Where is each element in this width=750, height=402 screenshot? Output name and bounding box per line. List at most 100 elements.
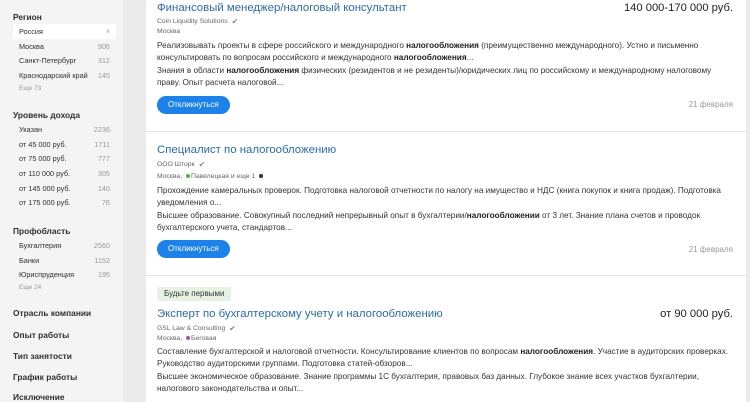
apply-button[interactable]: Откликнуться [157, 240, 230, 258]
vacancy-card: Специалист по налогообложению ООО Шторк … [146, 142, 746, 233]
metro-line-icon [185, 173, 190, 178]
filter-label: от 75 000 руб. [19, 154, 67, 164]
filter-title-profarea: Профобласть [13, 226, 71, 236]
apply-button[interactable]: Откликнуться [157, 96, 230, 114]
filter-title-region: Регион [13, 12, 42, 22]
be-first-badge: Будьте первыми [157, 287, 232, 301]
filter-title-income: Уровень дохода [13, 110, 81, 120]
card-divider [146, 131, 746, 132]
filters-sidebar: Регион Россия × Москва 906 Санкт-Петербу… [0, 0, 123, 402]
filter-income-110000[interactable]: от 110 000 руб. 305 [13, 166, 116, 181]
desc-highlight: налогообложения [406, 41, 479, 50]
vacancy-requirements: Знания в области налогообложения физичес… [157, 65, 733, 88]
filter-profarea-accounting[interactable]: Бухгалтерия 2560 [13, 238, 116, 253]
filter-region-selected[interactable]: Россия × [13, 24, 116, 39]
filter-count: 140 [97, 183, 110, 193]
filter-income-45000[interactable]: от 45 000 руб. 1711 [13, 137, 116, 152]
vacancy-location: Москва, Павелецкая и еще 1 [157, 172, 733, 182]
vacancy-responsibilities: Прохождение камеральных проверок. Подгот… [157, 185, 733, 208]
filter-label: Банки [19, 255, 40, 265]
metro-station: Павелецкая и еще 1 [190, 173, 256, 180]
verified-check-icon: ✔ [198, 160, 206, 169]
location-city: Москва, [157, 335, 183, 342]
filter-income-specified[interactable]: Указан 2236 [13, 122, 116, 137]
filter-count: 777 [97, 154, 110, 164]
verified-check-icon: ✔ [231, 17, 239, 26]
filter-count: 305 [97, 168, 110, 178]
filter-label: Бухгалтерия [19, 240, 62, 250]
filter-exclusion[interactable]: Исключение [13, 392, 65, 402]
filter-label: Россия [19, 26, 43, 36]
filter-schedule[interactable]: График работы [13, 372, 77, 382]
vacancy-responsibilities: Составление бухгалтерской и налоговой от… [157, 346, 733, 369]
vacancy-location: Москва, Беговая [157, 334, 733, 344]
vacancy-salary: 140 000-170 000 руб. [623, 2, 733, 14]
vacancy-requirements: Высшее образование. Совокупный последний… [157, 210, 733, 233]
filter-label: Краснодарский край [19, 70, 88, 80]
metro-line-icon [185, 335, 190, 340]
filter-count: 195 [97, 270, 110, 280]
filter-region-more-link[interactable]: Еще 73 [13, 83, 116, 95]
filter-experience[interactable]: Опыт работы [13, 330, 69, 340]
close-icon[interactable]: × [105, 27, 110, 36]
filter-profarea-more-link[interactable]: Еще 24 [13, 282, 116, 294]
filter-income-175000[interactable]: от 175 000 руб. 76 [13, 195, 116, 210]
filter-profarea-law[interactable]: Юриспруденция 195 [13, 267, 116, 282]
vacancy-location: Москва [157, 28, 181, 35]
metro-station: Беговая [190, 335, 217, 342]
desc-highlight: налогообложения [226, 66, 300, 76]
filter-label: Москва [19, 41, 44, 51]
card-divider [146, 275, 746, 276]
desc-highlight: налогообложения [520, 347, 594, 356]
desc-text: ... [466, 52, 474, 62]
filter-income-75000[interactable]: от 75 000 руб. 777 [13, 151, 116, 166]
location-city: Москва, [157, 173, 183, 180]
vacancy-date: 21 февраля [688, 245, 733, 254]
vacancy-date: 21 февраля [688, 100, 733, 109]
filter-label: Санкт-Петербург [19, 56, 77, 66]
filter-count: 906 [97, 41, 110, 51]
filter-count: 312 [97, 56, 110, 66]
company-name-link[interactable]: ООО Шторк [157, 160, 195, 170]
filter-label: от 145 000 руб. [19, 183, 71, 193]
vacancy-title-link[interactable]: Специалист по налогообложению [157, 142, 336, 158]
desc-text: Высшее экономическое образование. Знание… [157, 372, 699, 393]
vacancy-list: Финансовый менеджер/налоговый консультан… [146, 0, 746, 402]
vacancy-card: Эксперт по бухгалтерскому учету и налого… [146, 306, 746, 394]
company-name-link[interactable]: GSL Law & Consulting [157, 324, 225, 334]
filter-region-krasnodar[interactable]: Краснодарский край 145 [13, 68, 116, 83]
filter-count: 145 [97, 70, 110, 80]
filter-income-145000[interactable]: от 145 000 руб. 140 [13, 181, 116, 196]
filter-label: от 110 000 руб. [19, 168, 71, 178]
desc-text: Высшее образование. Совокупный последний… [157, 211, 467, 221]
filter-label: Юриспруденция [19, 270, 75, 280]
filter-count: 76 [101, 198, 110, 208]
verified-check-icon: ✔ [229, 324, 236, 333]
vacancy-title-link[interactable]: Финансовый менеджер/налоговый консультан… [157, 0, 407, 16]
filter-region-spb[interactable]: Санкт-Петербург 312 [13, 53, 116, 68]
filter-count: 1152 [94, 255, 110, 265]
vacancy-card: Финансовый менеджер/налоговый консультан… [146, 0, 746, 88]
filter-region-moscow[interactable]: Москва 906 [13, 39, 116, 54]
filter-count: 2560 [93, 240, 110, 250]
desc-highlight: налогообложении [466, 211, 540, 221]
company-name-link[interactable]: Coin Liquidity Solutions [157, 17, 228, 27]
desc-text: Реализовывать проекты в сфере российског… [157, 41, 407, 50]
filter-label: от 45 000 руб. [19, 139, 67, 149]
filter-label: Указан [19, 124, 43, 134]
vacancy-salary: от 90 000 руб. [660, 308, 733, 320]
vacancy-requirements: Высшее экономическое образование. Знание… [157, 371, 733, 394]
desc-text: Знания в области [157, 66, 227, 76]
vacancy-responsibilities: Реализовывать проекты в сфере российског… [157, 40, 733, 63]
filter-label: от 175 000 руб. [19, 198, 71, 208]
filter-employment[interactable]: Тип занятости [13, 351, 72, 361]
filter-count: 2236 [93, 124, 110, 134]
desc-text: Прохождение камеральных проверок. Подгот… [157, 186, 721, 207]
filter-count: 1711 [94, 139, 110, 149]
desc-text: Составление бухгалтерской и налоговой от… [157, 347, 521, 356]
vacancy-title-link[interactable]: Эксперт по бухгалтерскому учету и налого… [157, 306, 443, 322]
filter-industry[interactable]: Отрасль компании [13, 308, 91, 318]
desc-highlight: налогообложения [393, 52, 467, 62]
metro-line-icon [259, 173, 264, 178]
filter-profarea-banks[interactable]: Банки 1152 [13, 253, 116, 268]
